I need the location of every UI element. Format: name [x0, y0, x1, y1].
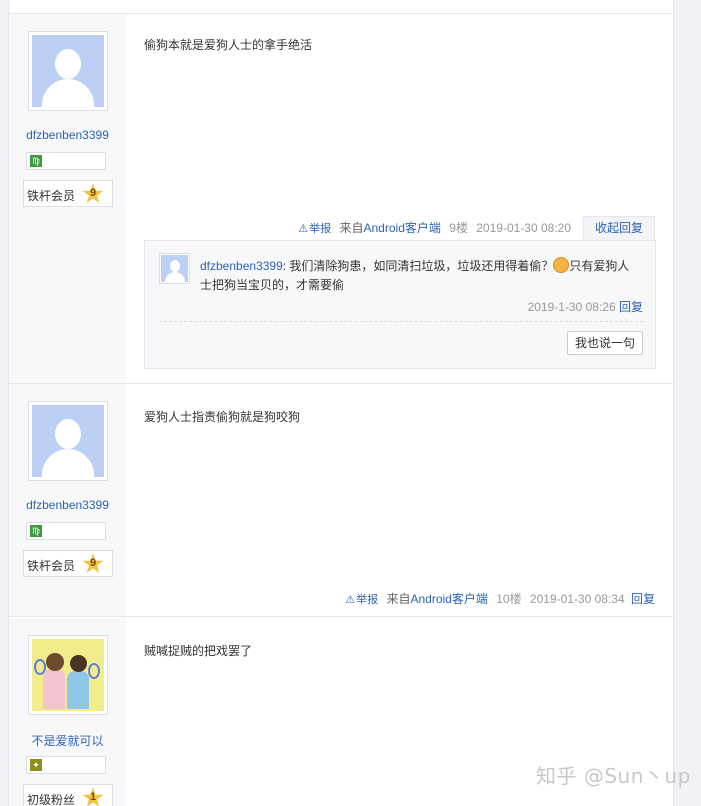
author-sidebar: 不是爱就可以 ✦ 初级粉丝 1 [9, 618, 126, 806]
post-time: 2019-01-30 08:34 [529, 592, 625, 606]
level-name: 初级粉丝 [27, 793, 76, 806]
post-content: 贼喊捉贼的把戏罢了 [144, 644, 253, 658]
thread-page: dfzbenben3399 ♍ 铁杆会员 9 偷狗本就是爱狗人士的拿手绝活 ⚠举… [8, 0, 674, 806]
collapse-replies-button[interactable]: 收起回复 [583, 216, 655, 240]
level-badge[interactable]: 初级粉丝 1 [23, 784, 113, 806]
badge-icon[interactable]: ♍ [30, 525, 42, 537]
client-link[interactable]: Android客户端 [410, 592, 487, 606]
member-badge-row: ✦ [26, 756, 106, 774]
author-sidebar: dfzbenben3399 ♍ 铁杆会员 9 [9, 384, 126, 616]
level-name: 铁杆会员 [27, 189, 76, 203]
client-link[interactable]: Android客户端 [364, 221, 441, 235]
member-badge-row: ♍ [26, 152, 106, 170]
post-time: 2019-01-30 08:20 [476, 221, 571, 235]
level-number: 9 [89, 557, 97, 569]
member-badge-row: ♍ [26, 522, 106, 540]
floor-number: 9楼 [449, 221, 468, 235]
default-avatar-icon [32, 35, 104, 107]
author-username[interactable]: dfzbenben3399 [9, 128, 126, 142]
level-badge[interactable]: 铁杆会员 9 [23, 180, 113, 207]
sub-reply-avatar[interactable] [159, 253, 190, 284]
avatar[interactable] [28, 31, 108, 111]
client-source: 来自Android客户端 [339, 221, 441, 235]
default-avatar-icon [32, 405, 104, 477]
emoji-icon [553, 257, 570, 273]
watermark: 知乎 @Sun丶up [536, 764, 691, 788]
default-avatar-icon [161, 255, 188, 282]
avatar[interactable] [28, 401, 108, 481]
level-name: 铁杆会员 [27, 559, 76, 573]
sub-reply-reply-link[interactable]: 回复 [619, 300, 643, 314]
author-username[interactable]: 不是爱就可以 [9, 732, 126, 749]
right-rail [676, 0, 701, 806]
report-link[interactable]: ⚠举报 [298, 223, 331, 235]
level-badge[interactable]: 铁杆会员 9 [23, 550, 113, 577]
sub-reply-panel: dfzbenben3399: 我们清除狗患，如同清扫垃圾，垃圾还用得着偷？ 只有爱… [144, 240, 656, 369]
sub-reply-body: : 我们清除狗患，如同清扫垃圾，垃圾还用得着偷？ [282, 259, 554, 273]
floor-number: 10楼 [496, 592, 522, 606]
post-content: 爱狗人士指责偷狗就是狗咬狗 [144, 410, 301, 424]
say-something-button[interactable]: 我也说一句 [567, 331, 643, 355]
level-number: 1 [89, 791, 97, 803]
post-floor-10: dfzbenben3399 ♍ 铁杆会员 9 爱狗人士指责偷狗就是狗咬狗 ⚠举报… [9, 384, 673, 617]
user-photo-avatar [32, 639, 104, 711]
sub-reply-meta: 2019-1-30 08:26 回复 [528, 298, 643, 315]
badge-icon[interactable]: ♍ [30, 155, 42, 167]
reply-link[interactable]: 回复 [631, 592, 655, 606]
avatar[interactable] [28, 635, 108, 715]
post-meta: ⚠举报 来自Android客户端 9楼 2019-01-30 08:20 [293, 219, 571, 236]
badge-icon[interactable]: ✦ [30, 759, 42, 771]
post-content: 偷狗本就是爱狗人士的拿手绝活 [144, 38, 313, 52]
author-sidebar: dfzbenben3399 ♍ 铁杆会员 9 [9, 14, 126, 383]
sub-reply-text: dfzbenben3399: 我们清除狗患，如同清扫垃圾，垃圾还用得着偷？ 只有爱… [200, 257, 640, 295]
author-username[interactable]: dfzbenben3399 [9, 498, 126, 512]
sub-reply-username[interactable]: dfzbenben3399 [200, 259, 283, 273]
post-meta: ⚠举报 来自Android客户端 10楼 2019-01-30 08:34 回复 [340, 590, 655, 607]
post-floor-9: dfzbenben3399 ♍ 铁杆会员 9 偷狗本就是爱狗人士的拿手绝活 ⚠举… [9, 14, 673, 384]
level-number: 9 [89, 187, 97, 199]
sub-reply-time: 2019-1-30 08:26 [527, 300, 616, 314]
client-source: 来自Android客户端 [386, 592, 488, 606]
report-link[interactable]: ⚠举报 [345, 594, 378, 606]
divider [159, 321, 643, 322]
